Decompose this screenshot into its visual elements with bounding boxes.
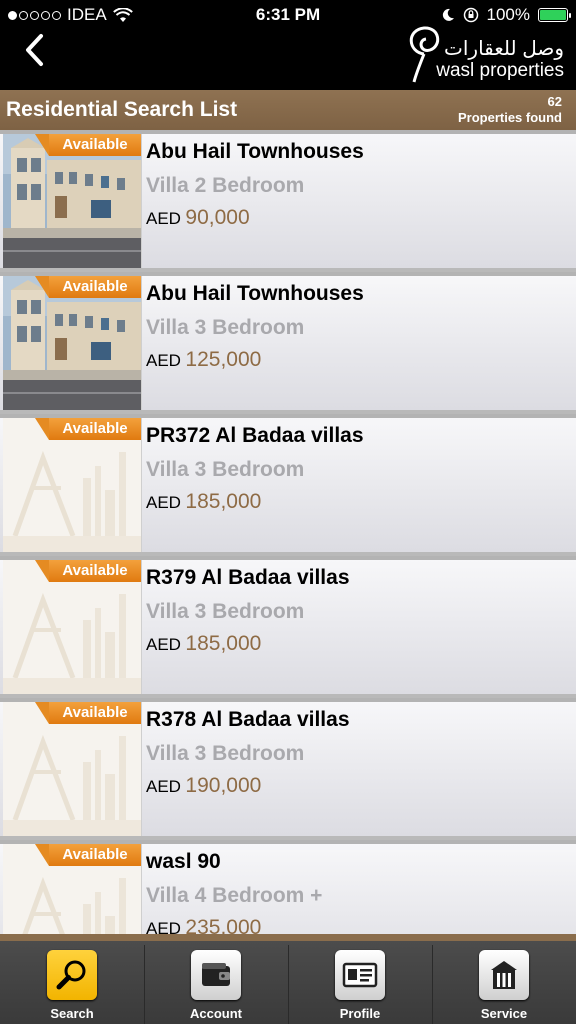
- back-button[interactable]: [14, 30, 54, 70]
- battery-icon: [538, 8, 571, 22]
- tab-service[interactable]: Service: [432, 941, 576, 1024]
- tab-profile[interactable]: Profile: [288, 941, 432, 1024]
- tab-service-label: Service: [480, 1006, 528, 1021]
- property-name: wasl 90: [146, 850, 221, 873]
- tab-profile-label: Profile: [339, 1006, 381, 1021]
- battery-percent: 100%: [486, 5, 530, 24]
- search-tab-icon-box: [47, 950, 97, 1000]
- wasl-logo: وصل للعقارات wasl properties: [404, 24, 564, 88]
- status-right: 100%: [441, 5, 571, 25]
- property-name: Abu Hail Townhouses: [146, 140, 364, 163]
- property-thumbnail: Available: [3, 560, 142, 694]
- property-thumbnail: Available: [3, 702, 142, 836]
- property-price: AED 125,000: [146, 348, 261, 372]
- orientation-lock-icon: [463, 7, 478, 23]
- property-type: Villa 3 Bedroom: [146, 600, 305, 623]
- listing-row[interactable]: Available Abu Hail Townhouses Villa 3 Be…: [0, 272, 576, 410]
- property-thumbnail: Available: [3, 134, 142, 268]
- tab-account-label: Account: [190, 1006, 242, 1021]
- price-currency: AED: [146, 635, 181, 654]
- property-thumbnail: Available: [3, 276, 142, 410]
- results-count-number: 62: [547, 94, 562, 109]
- property-price: AED 190,000: [146, 774, 261, 798]
- chevron-left-icon: [26, 34, 43, 66]
- nav-bar: وصل للعقارات wasl properties: [0, 26, 576, 90]
- property-type: Villa 2 Bedroom: [146, 174, 305, 197]
- logo-arabic-text: وصل للعقارات: [444, 38, 564, 60]
- wallet-icon: [202, 963, 230, 986]
- listing-row[interactable]: Available R379 Al Badaa villas Villa 3 B…: [0, 556, 576, 694]
- moon-icon: [442, 8, 454, 21]
- listing-row[interactable]: Available R378 Al Badaa villas Villa 3 B…: [0, 698, 576, 836]
- tab-search[interactable]: Search: [0, 941, 144, 1024]
- property-price: AED 235,000: [146, 916, 261, 934]
- listing-row[interactable]: Available Abu Hail Townhouses Villa 2 Be…: [0, 130, 576, 268]
- price-amount: 185,000: [185, 490, 262, 513]
- profile-tab-icon-box: [335, 950, 385, 1000]
- property-thumbnail: Available: [3, 418, 142, 552]
- price-currency: AED: [146, 209, 181, 228]
- price-currency: AED: [146, 919, 181, 934]
- search-icon: [56, 960, 86, 990]
- listing-row[interactable]: Available wasl 90 Villa 4 Bedroom + AED …: [0, 840, 576, 934]
- price-currency: AED: [146, 351, 181, 370]
- price-currency: AED: [146, 493, 181, 512]
- available-badge: Available: [35, 134, 141, 156]
- results-count-label: Properties found: [457, 110, 562, 125]
- price-amount: 235,000: [185, 916, 262, 934]
- list-header: Residential Search List 62 Properties fo…: [0, 90, 576, 130]
- price-currency: AED: [146, 777, 181, 796]
- tab-search-label: Search: [50, 1006, 94, 1021]
- tab-bar: Search Account Profile Service: [0, 934, 576, 1024]
- logo-english-text: wasl properties: [436, 60, 564, 81]
- property-price: AED 185,000: [146, 632, 261, 656]
- property-thumbnail: Available: [3, 844, 142, 934]
- price-amount: 185,000: [185, 632, 262, 655]
- account-tab-icon-box: [191, 950, 241, 1000]
- property-type: Villa 3 Bedroom: [146, 316, 305, 339]
- service-tab-icon-box: [479, 950, 529, 1000]
- property-name: R378 Al Badaa villas: [146, 708, 350, 731]
- property-type: Villa 3 Bedroom: [146, 458, 305, 481]
- price-amount: 125,000: [185, 348, 262, 371]
- property-type: Villa 4 Bedroom +: [146, 884, 323, 907]
- page-title: Residential Search List: [6, 98, 238, 121]
- tools-icon: [491, 961, 517, 989]
- listing-row[interactable]: Available PR372 Al Badaa villas Villa 3 …: [0, 414, 576, 552]
- available-badge: Available: [35, 844, 141, 866]
- property-price: AED 185,000: [146, 490, 261, 514]
- property-name: R379 Al Badaa villas: [146, 566, 350, 589]
- price-amount: 190,000: [185, 774, 262, 797]
- available-badge: Available: [35, 276, 141, 298]
- property-list[interactable]: Available Abu Hail Townhouses Villa 2 Be…: [0, 130, 576, 934]
- property-name: PR372 Al Badaa villas: [146, 424, 364, 447]
- property-name: Abu Hail Townhouses: [146, 282, 364, 305]
- tab-account[interactable]: Account: [144, 941, 288, 1024]
- available-badge: Available: [35, 418, 141, 440]
- property-type: Villa 3 Bedroom: [146, 742, 305, 765]
- available-badge: Available: [35, 702, 141, 724]
- available-badge: Available: [35, 560, 141, 582]
- property-price: AED 90,000: [146, 206, 250, 230]
- price-amount: 90,000: [185, 206, 250, 229]
- results-count: 62 Properties found: [458, 94, 562, 126]
- id-card-icon: [342, 962, 378, 988]
